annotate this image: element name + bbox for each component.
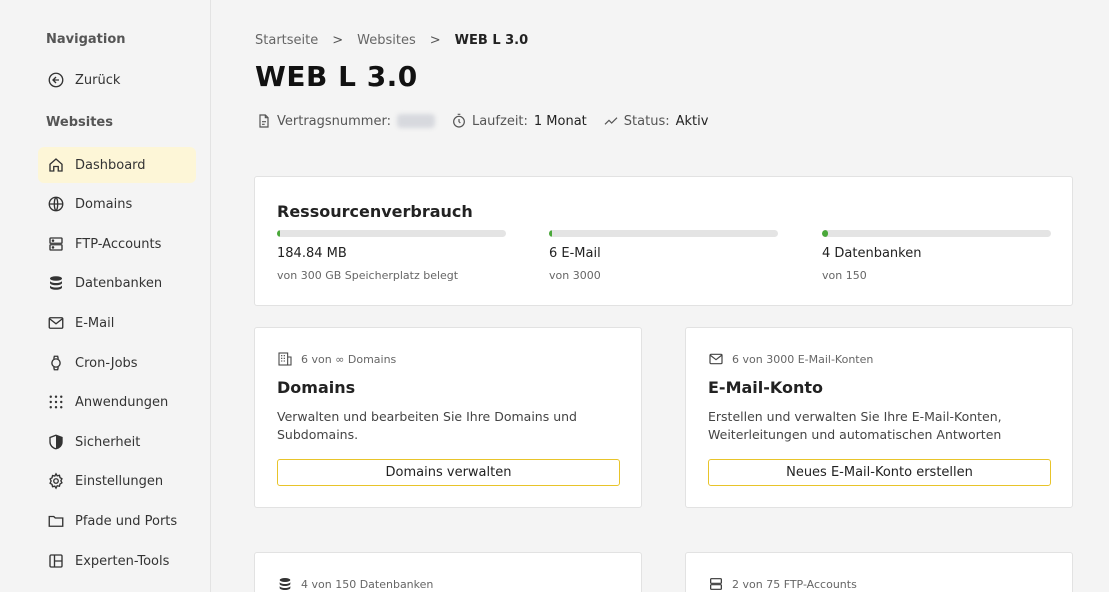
database-icon <box>277 576 293 592</box>
trend-icon <box>603 113 619 129</box>
domains-title: Domains <box>277 378 356 397</box>
create-email-account-button[interactable]: Neues E-Mail-Konto erstellen <box>708 459 1051 486</box>
contract-number-redacted <box>396 114 435 128</box>
globe-icon <box>47 195 65 213</box>
ftp-count: 2 von 75 FTP-Accounts <box>732 577 857 591</box>
storage-progress-fill <box>277 230 280 237</box>
sidebar-item-label: Cron-Jobs <box>75 355 138 371</box>
storage-value: 184.84 MB <box>277 246 347 261</box>
database-progress-bar <box>822 230 1051 237</box>
database-icon <box>47 274 65 292</box>
sidebar-item-einstellungen[interactable]: Einstellungen <box>38 463 196 499</box>
email-account-card: 6 von 3000 E-Mail-Konten E-Mail-Konto Er… <box>685 327 1073 508</box>
sidebar-item-label: Pfade und Ports <box>75 513 178 529</box>
watch-icon <box>47 354 65 372</box>
domains-count: 6 von ∞ Domains <box>301 352 397 366</box>
sidebar-item-sicherheit[interactable]: Sicherheit <box>38 424 196 460</box>
mail-icon <box>708 351 724 367</box>
page-title: WEB L 3.0 <box>255 60 418 93</box>
sidebar-item-label: FTP-Accounts <box>75 236 162 252</box>
databases-count: 4 von 150 Datenbanken <box>301 577 434 591</box>
email-sub: von 3000 <box>549 269 601 282</box>
ftp-accounts-card: 2 von 75 FTP-Accounts <box>685 552 1073 592</box>
breadcrumb-startseite[interactable]: Startseite <box>255 33 318 48</box>
sidebar-item-label: Experten-Tools <box>75 553 170 569</box>
term-label: Laufzeit: <box>471 113 528 129</box>
sidebar-item-label: Sicherheit <box>75 434 141 450</box>
sidebar-item-domains[interactable]: Domains <box>38 186 196 222</box>
sidebar-item-label: Anwendungen <box>75 394 169 410</box>
layout-icon <box>47 552 65 570</box>
email-value: 6 E-Mail <box>549 246 601 261</box>
status-value: Aktiv <box>675 113 709 129</box>
domains-description: Verwalten und bearbeiten Sie Ihre Domain… <box>277 409 577 442</box>
sidebar-item-label: Einstellungen <box>75 473 164 489</box>
back-label: Zurück <box>75 72 121 88</box>
sidebar-item-label: E-Mail <box>75 315 115 331</box>
email-description: Erstellen und verwalten Sie Ihre E-Mail-… <box>708 409 1002 442</box>
storage-progress-bar <box>277 230 506 237</box>
sidebar-item-label: Datenbanken <box>75 275 163 291</box>
server-icon <box>708 576 724 592</box>
database-sub: von 150 <box>822 269 867 282</box>
sidebar: Navigation Zurück Websites Dashboard Dom… <box>0 0 211 592</box>
breadcrumb-current: WEB L 3.0 <box>454 33 529 48</box>
sidebar-item-label: Dashboard <box>75 157 146 173</box>
sidebar-item-dashboard[interactable]: Dashboard <box>38 147 196 183</box>
mail-icon <box>47 314 65 332</box>
sidebar-item-email[interactable]: E-Mail <box>38 305 196 341</box>
status-label: Status: <box>623 113 670 129</box>
sidebar-item-datenbanken[interactable]: Datenbanken <box>38 265 196 301</box>
manage-domains-button[interactable]: Domains verwalten <box>277 459 620 486</box>
sidebar-item-experten-tools[interactable]: Experten-Tools <box>38 543 196 579</box>
home-icon <box>47 156 65 174</box>
breadcrumb-websites[interactable]: Websites <box>357 33 416 48</box>
resource-usage-card: Ressourcenverbrauch 184.84 MB von 300 GB… <box>254 176 1073 306</box>
sidebar-item-label: Domains <box>75 196 133 212</box>
breadcrumb-separator: > <box>429 33 441 48</box>
sidebar-item-cron-jobs[interactable]: Cron-Jobs <box>38 345 196 381</box>
email-progress-fill <box>549 230 552 237</box>
resource-usage-title: Ressourcenverbrauch <box>277 202 473 221</box>
sidebar-item-ftp-accounts[interactable]: FTP-Accounts <box>38 226 196 262</box>
contract-number-label: Vertragsnummer: <box>277 113 391 129</box>
database-progress-fill <box>822 230 829 237</box>
arrow-left-circle-icon <box>47 71 65 89</box>
sidebar-section-heading: Websites <box>46 115 113 130</box>
email-count: 6 von 3000 E-Mail-Konten <box>732 352 874 366</box>
server-icon <box>47 235 65 253</box>
folder-icon <box>47 512 65 530</box>
back-button[interactable]: Zurück <box>38 62 196 98</box>
shield-icon <box>47 433 65 451</box>
sidebar-item-pfade-und-ports[interactable]: Pfade und Ports <box>38 503 196 539</box>
storage-sub: von 300 GB Speicherplatz belegt <box>277 269 459 282</box>
email-title: E-Mail-Konto <box>708 378 824 397</box>
building-icon <box>277 351 293 367</box>
breadcrumb-separator: > <box>332 33 344 48</box>
timer-icon <box>451 113 467 129</box>
gear-icon <box>47 472 65 490</box>
term-value: 1 Monat <box>533 113 587 129</box>
breadcrumb: Startseite > Websites > WEB L 3.0 <box>255 33 528 48</box>
document-icon <box>256 113 272 129</box>
database-value: 4 Datenbanken <box>822 246 922 261</box>
domains-card: 6 von ∞ Domains Domains Verwalten und be… <box>254 327 642 508</box>
contract-meta: Vertragsnummer: Laufzeit: 1 Monat Status… <box>256 113 724 129</box>
sidebar-nav-heading: Navigation <box>46 32 126 47</box>
sidebar-item-anwendungen[interactable]: Anwendungen <box>38 384 196 420</box>
email-progress-bar <box>549 230 778 237</box>
grid-dots-icon <box>47 393 65 411</box>
databases-card: 4 von 150 Datenbanken <box>254 552 642 592</box>
